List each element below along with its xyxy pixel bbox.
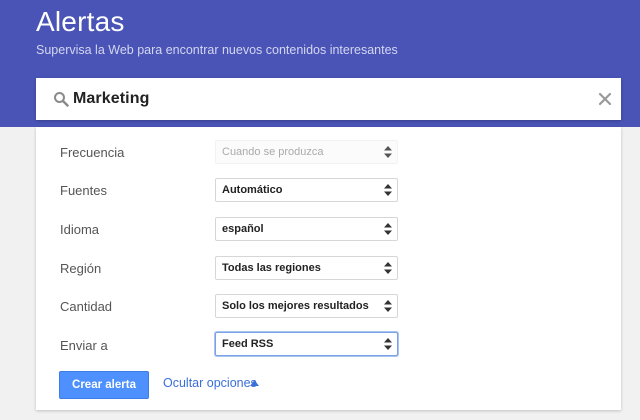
create-alert-button[interactable]: Crear alerta	[59, 371, 149, 399]
close-icon[interactable]	[597, 91, 613, 107]
region-select[interactable]: Todas las regiones	[215, 256, 398, 280]
page-title: Alertas	[36, 6, 125, 37]
sources-select[interactable]: Automático	[215, 178, 398, 202]
language-value: español	[222, 223, 264, 235]
select-arrows-icon	[384, 146, 392, 158]
select-arrows-icon	[384, 184, 392, 196]
sources-value: Automático	[222, 184, 283, 196]
region-value: Todas las regiones	[222, 262, 321, 274]
select-arrows-icon	[384, 223, 392, 235]
options-card: Frecuencia Cuando se produzca Fuentes Au…	[36, 127, 621, 410]
hide-options-link[interactable]: Ocultar opciones	[163, 376, 257, 390]
select-arrows-icon	[384, 338, 392, 350]
search-icon	[54, 92, 69, 107]
select-arrows-icon	[384, 262, 392, 274]
sources-label: Fuentes	[60, 183, 107, 198]
quantity-value: Solo los mejores resultados	[222, 300, 369, 312]
quantity-select[interactable]: Solo los mejores resultados	[215, 294, 398, 318]
deliver-to-select[interactable]: Feed RSS	[215, 332, 398, 356]
select-arrows-icon	[384, 300, 392, 312]
frequency-value: Cuando se produzca	[222, 146, 324, 158]
page-subtitle: Supervisa la Web para encontrar nuevos c…	[36, 43, 398, 57]
language-label: Idioma	[60, 222, 100, 237]
frequency-label: Frecuencia	[60, 145, 125, 160]
frequency-select: Cuando se produzca	[215, 140, 398, 164]
language-select[interactable]: español	[215, 217, 398, 241]
deliver-to-label: Enviar a	[60, 338, 108, 353]
deliver-to-value: Feed RSS	[222, 338, 274, 350]
region-label: Región	[60, 261, 102, 276]
search-input[interactable]: Marketing	[36, 78, 621, 120]
quantity-label: Cantidad	[60, 299, 113, 314]
caret-up-icon[interactable]	[250, 380, 259, 386]
search-query[interactable]: Marketing	[73, 90, 149, 108]
